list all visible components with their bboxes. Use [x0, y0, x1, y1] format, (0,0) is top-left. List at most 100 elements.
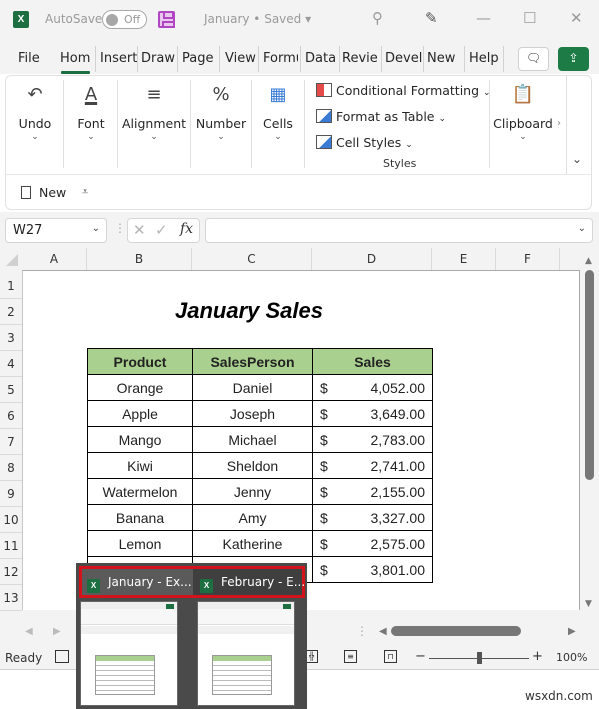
- customize-qat-icon[interactable]: ⩡: [82, 185, 88, 199]
- row-header[interactable]: 11: [0, 533, 22, 559]
- page-break-view-icon[interactable]: ⊓: [384, 650, 397, 663]
- macro-recording-icon[interactable]: [55, 650, 69, 663]
- expand-formula-bar-icon[interactable]: ⌄: [578, 223, 586, 234]
- cell-person[interactable]: Katherine: [192, 530, 313, 557]
- preview-window-february[interactable]: X February - E...: [195, 569, 306, 595]
- next-sheet-icon[interactable]: ▶: [53, 626, 61, 637]
- tab-draw[interactable]: Draw: [141, 51, 175, 66]
- undo-group[interactable]: ↶ Undo ⌄: [6, 76, 64, 174]
- column-header-a[interactable]: A: [22, 248, 87, 270]
- scroll-right-icon[interactable]: ▶: [568, 626, 576, 637]
- column-header-c[interactable]: C: [192, 248, 312, 270]
- horizontal-scroll-thumb[interactable]: [391, 626, 521, 636]
- cell-sales[interactable]: $2,741.00: [312, 452, 433, 479]
- document-title[interactable]: January • Saved ▾: [204, 12, 311, 26]
- resize-handle[interactable]: ⋮: [114, 221, 126, 235]
- close-icon[interactable]: ✕: [570, 9, 583, 27]
- save-icon[interactable]: [158, 11, 175, 28]
- conditional-formatting-button[interactable]: Conditional Formatting ⌄: [316, 83, 491, 98]
- row-header[interactable]: 4: [0, 351, 22, 377]
- clipboard-group[interactable]: 📋 Clipboard ⌄: [490, 76, 556, 174]
- column-header-e[interactable]: E: [432, 248, 496, 270]
- cell-sales[interactable]: $2,783.00: [312, 426, 433, 453]
- tab-new[interactable]: New: [427, 51, 461, 66]
- scroll-up-icon[interactable]: ▲: [585, 256, 592, 266]
- zoom-slider-thumb[interactable]: [477, 652, 482, 664]
- minimize-icon[interactable]: —: [476, 9, 491, 27]
- tab-data[interactable]: Data: [305, 51, 336, 66]
- scroll-down-icon[interactable]: ▼: [585, 599, 592, 609]
- row-header[interactable]: 5: [0, 377, 22, 403]
- cell-styles-button[interactable]: Cell Styles ⌄: [316, 135, 413, 150]
- row-header[interactable]: 13: [0, 585, 22, 611]
- formula-input[interactable]: ⌄: [205, 218, 593, 243]
- header-sales[interactable]: Sales: [312, 348, 433, 375]
- preview-window-january[interactable]: X January - Ex...: [82, 569, 193, 595]
- row-header[interactable]: 3: [0, 325, 22, 351]
- enter-icon[interactable]: ✓: [155, 221, 168, 239]
- tab-view[interactable]: View: [225, 51, 256, 66]
- cell-person[interactable]: Jenny: [192, 478, 313, 505]
- row-header[interactable]: 7: [0, 429, 22, 455]
- row-header[interactable]: 1: [0, 273, 22, 299]
- cell-person[interactable]: Sheldon: [192, 452, 313, 479]
- format-as-table-button[interactable]: Format as Table ⌄: [316, 109, 446, 124]
- alignment-group[interactable]: ≡ Alignment ⌄: [118, 76, 190, 174]
- cell-sales[interactable]: $3,327.00: [312, 504, 433, 531]
- insert-function-button[interactable]: fx: [180, 221, 193, 237]
- tab-page-layout[interactable]: Page: [182, 51, 213, 66]
- vertical-scrollbar[interactable]: ▲ ▼: [585, 256, 594, 611]
- chevron-right-icon[interactable]: ›: [557, 118, 561, 129]
- cell-product[interactable]: Watermelon: [87, 478, 193, 505]
- cell-sales[interactable]: $2,575.00: [312, 530, 433, 557]
- cell-person[interactable]: Joseph: [192, 400, 313, 427]
- zoom-out-button[interactable]: −: [415, 649, 426, 664]
- font-group[interactable]: A Font ⌄: [64, 76, 118, 174]
- page-layout-view-icon[interactable]: ≡: [344, 650, 357, 663]
- zoom-level[interactable]: 100%: [556, 651, 587, 664]
- cell-sales[interactable]: $3,801.00: [312, 556, 433, 583]
- cell-sales[interactable]: $3,649.00: [312, 400, 433, 427]
- column-header-f[interactable]: F: [496, 248, 560, 270]
- maximize-icon[interactable]: ☐: [523, 9, 536, 27]
- cell-product[interactable]: Mango: [87, 426, 193, 453]
- tab-insert[interactable]: Insert: [100, 51, 137, 66]
- tab-help[interactable]: Help: [469, 51, 499, 66]
- autosave-toggle[interactable]: Off: [102, 10, 147, 29]
- cell-product[interactable]: Lemon: [87, 530, 193, 557]
- header-salesperson[interactable]: SalesPerson: [192, 348, 313, 375]
- collapse-ribbon-icon[interactable]: ⌄: [572, 152, 582, 166]
- chevron-down-icon[interactable]: ⌄: [92, 223, 100, 234]
- scroll-left-icon[interactable]: ◀: [379, 626, 387, 637]
- sheet-canvas[interactable]: January Sales Product SalesPerson Sales …: [22, 270, 580, 610]
- row-header[interactable]: 10: [0, 507, 22, 533]
- cell-sales[interactable]: $4,052.00: [312, 374, 433, 401]
- tab-file[interactable]: File: [18, 51, 40, 66]
- row-header[interactable]: 2: [0, 299, 22, 325]
- cell-product[interactable]: Kiwi: [87, 452, 193, 479]
- row-header[interactable]: 6: [0, 403, 22, 429]
- column-header-b[interactable]: B: [87, 248, 192, 270]
- cell-person[interactable]: Amy: [192, 504, 313, 531]
- column-header-d[interactable]: D: [312, 248, 432, 270]
- cell-sales[interactable]: $2,155.00: [312, 478, 433, 505]
- tab-home[interactable]: Home: [60, 51, 90, 66]
- tab-formulas[interactable]: Formu: [263, 51, 298, 66]
- vertical-scroll-thumb[interactable]: [585, 270, 594, 480]
- cells-group[interactable]: ▦ Cells ⌄: [252, 76, 304, 174]
- cell-person[interactable]: Daniel: [192, 374, 313, 401]
- new-button[interactable]: New: [21, 185, 66, 200]
- prev-sheet-icon[interactable]: ◀: [25, 626, 33, 637]
- cell-product[interactable]: Apple: [87, 400, 193, 427]
- share-button[interactable]: ⇪: [558, 47, 589, 71]
- tab-review[interactable]: Revie: [342, 51, 379, 66]
- tab-developer[interactable]: Devel: [385, 51, 422, 66]
- row-header[interactable]: 9: [0, 481, 22, 507]
- cell-product[interactable]: Banana: [87, 504, 193, 531]
- february-window-thumbnail[interactable]: [197, 601, 295, 706]
- name-box[interactable]: W27 ⌄: [5, 218, 107, 243]
- zoom-in-button[interactable]: +: [532, 649, 543, 664]
- number-group[interactable]: % Number ⌄: [191, 76, 251, 174]
- tab-split-handle[interactable]: ⋮: [356, 624, 368, 638]
- cell-person[interactable]: Michael: [192, 426, 313, 453]
